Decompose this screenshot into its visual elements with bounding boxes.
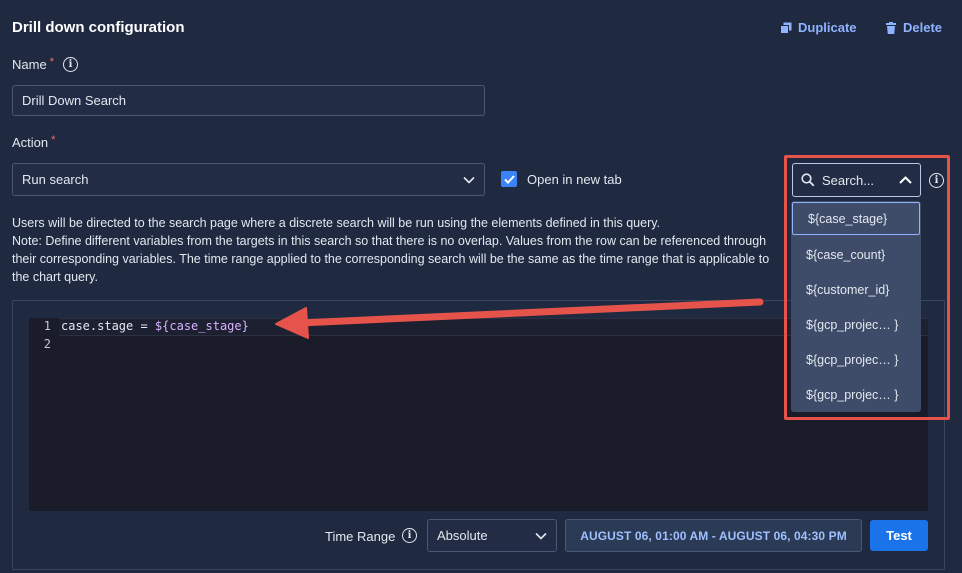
duplicate-label: Duplicate [798, 20, 857, 35]
variables-list: ${case_stage} ${case_count} ${customer_i… [791, 201, 921, 412]
variable-option[interactable]: ${customer_id} [791, 272, 921, 307]
description-line-1: Users will be directed to the search pag… [12, 216, 661, 230]
info-icon[interactable]: i [402, 528, 417, 543]
description-line-2: Note: Define different variables from th… [12, 234, 770, 284]
duplicate-button[interactable]: Duplicate [780, 20, 857, 35]
variable-option[interactable]: ${gcp_projec… } [791, 307, 921, 342]
delete-label: Delete [903, 20, 943, 35]
action-label-text: Action [12, 135, 49, 150]
checkmark-icon [503, 174, 515, 184]
date-range-text: AUGUST 06, 01:00 AM - AUGUST 06, 04:30 P… [580, 528, 847, 543]
name-label-text: Name [12, 57, 47, 72]
open-new-tab-checkbox[interactable] [501, 171, 517, 187]
search-icon [801, 173, 815, 187]
line-number: 2 [43, 337, 51, 351]
chevron-down-icon [463, 176, 475, 184]
action-select-value: Run search [22, 172, 89, 187]
variable-option[interactable]: ${case_stage} [792, 202, 920, 235]
name-input-value: Drill Down Search [22, 93, 127, 108]
name-label: Name * i [12, 55, 78, 72]
trash-icon [886, 21, 896, 34]
required-mark: * [51, 133, 56, 146]
duplicate-icon [780, 22, 792, 34]
line-gutter: 1 2 [29, 318, 57, 511]
date-range-picker[interactable]: AUGUST 06, 01:00 AM - AUGUST 06, 04:30 P… [565, 519, 862, 552]
test-button-label: Test [886, 528, 912, 543]
info-icon[interactable]: i [929, 173, 944, 188]
open-new-tab-label: Open in new tab [527, 172, 622, 187]
page-title: Drill down configuration [12, 19, 185, 36]
info-icon[interactable]: i [62, 57, 78, 72]
action-description: Users will be directed to the search pag… [12, 214, 782, 286]
line-number: 1 [43, 319, 51, 333]
code-line-1[interactable]: case.stage = ${case_stage} [61, 319, 249, 333]
name-input[interactable]: Drill Down Search [12, 85, 485, 116]
time-range-mode-select[interactable]: Absolute [427, 519, 557, 552]
variables-search-input[interactable]: Search... [792, 163, 921, 197]
delete-button[interactable]: Delete [885, 20, 942, 35]
code-expression: case.stage = [61, 319, 155, 333]
variable-option[interactable]: ${gcp_projec… } [791, 342, 921, 377]
variable-option[interactable]: ${gcp_projec… } [791, 377, 921, 412]
time-range-mode-value: Absolute [437, 528, 488, 543]
action-select[interactable]: Run search [12, 163, 485, 196]
variable-option[interactable]: ${case_count} [791, 237, 921, 272]
time-range-label: Time Range [325, 529, 396, 544]
chevron-down-icon [535, 532, 547, 540]
test-button[interactable]: Test [870, 520, 928, 551]
chevron-up-icon[interactable] [899, 176, 912, 184]
search-placeholder: Search... [822, 172, 875, 188]
action-label: Action * [12, 133, 56, 151]
code-variable: ${case_stage} [154, 319, 249, 333]
required-mark: * [49, 55, 54, 68]
